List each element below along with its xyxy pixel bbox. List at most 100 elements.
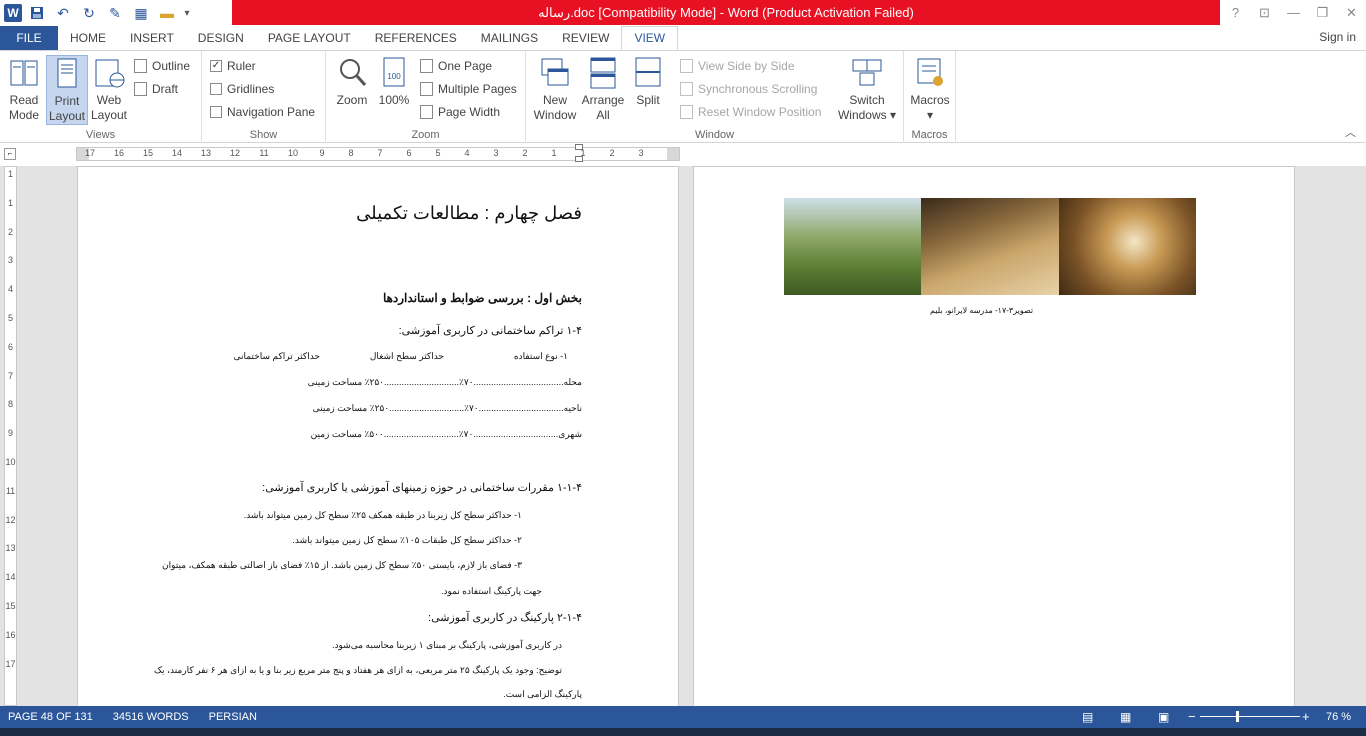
navigation-pane-checkbox[interactable]: Navigation Pane xyxy=(210,102,315,122)
ruler-tick-label: 1 xyxy=(580,148,586,158)
table-header-col3: حداکثر تراکم ساختمانی xyxy=(233,351,320,361)
save-icon[interactable] xyxy=(26,3,48,23)
page-count[interactable]: PAGE 48 OF 131 xyxy=(8,711,93,723)
web-layout-view-icon[interactable]: ▣ xyxy=(1158,710,1169,724)
parking-text-3: پارکینگ الزامی است. xyxy=(503,689,582,699)
ribbon-tabs: FILE HOME INSERT DESIGN PAGE LAYOUT REFE… xyxy=(0,26,1366,50)
arrange-all-icon xyxy=(587,55,619,91)
tab-review[interactable]: REVIEW xyxy=(550,26,621,50)
horizontal-ruler[interactable]: 17 16 15 14 13 12 11 10 9 8 7 6 5 4 3 2 1 1 2 3 xyxy=(76,144,680,162)
navigation-pane-check-icon xyxy=(210,106,222,118)
web-layout-icon xyxy=(93,55,125,91)
rule-3-continued: جهت پارکینگ استفاده نمود. xyxy=(440,586,542,596)
rule-1: ۱- حداکثر سطح کل زیربنا در طبقه همکف ۲۵٪… xyxy=(243,510,522,520)
ruler-margin-right xyxy=(667,148,679,160)
split-icon xyxy=(632,55,664,91)
macros-group-label: Macros xyxy=(911,129,948,141)
reset-window-icon xyxy=(680,105,693,119)
read-mode-icon xyxy=(8,55,40,91)
tab-view[interactable]: VIEW xyxy=(621,26,679,50)
vruler-tick-label: 5 xyxy=(7,313,13,323)
document-page-left[interactable]: فصل چهارم : مطالعات تکمیلی بخش اول : برر… xyxy=(77,166,679,706)
ruler-tick-label: 12 xyxy=(229,148,240,158)
document-area: 1 1 2 3 4 5 6 7 8 9 10 11 12 13 14 15 16 17 فصل چهارم : م… xyxy=(0,166,1366,706)
page-width-icon xyxy=(420,105,433,119)
school-photo-lawn xyxy=(784,198,922,295)
macros-button[interactable]: Macros ▾ xyxy=(908,55,952,123)
web-layout-button[interactable]: Web Layout xyxy=(90,55,128,123)
word-count[interactable]: 34516 WORDS xyxy=(113,711,189,723)
tab-mailings[interactable]: MAILINGS xyxy=(469,26,550,50)
view-side-by-side-button[interactable]: View Side by Side xyxy=(680,56,795,76)
ruler-tick-label: 14 xyxy=(171,148,182,158)
zoom-100-button[interactable]: 100 100% xyxy=(374,55,414,108)
window-group: New Window Arrange All Split View Side b… xyxy=(526,51,904,143)
tab-insert[interactable]: INSERT xyxy=(118,26,186,50)
arrange-all-button[interactable]: Arrange All xyxy=(582,55,624,123)
section-heading: بخش اول : بررسی ضوابط و استانداردها xyxy=(382,291,582,305)
language-indicator[interactable]: PERSIAN xyxy=(209,711,257,723)
gridlines-checkbox[interactable]: Gridlines xyxy=(210,79,274,99)
collapse-ribbon-icon[interactable]: ︿ xyxy=(1345,124,1356,140)
read-mode-button[interactable]: Read Mode xyxy=(4,55,44,123)
synchronous-scrolling-button[interactable]: Synchronous Scrolling xyxy=(680,79,817,99)
ruler-tick-label: 3 xyxy=(638,148,644,158)
gridlines-check-icon xyxy=(210,83,222,95)
tab-design[interactable]: DESIGN xyxy=(186,26,256,50)
zoom-in-button[interactable]: + xyxy=(1302,709,1310,724)
draft-button[interactable]: Draft xyxy=(134,79,178,99)
vruler-tick-label: 9 xyxy=(7,428,13,439)
read-mode-view-icon[interactable]: ▤ xyxy=(1082,710,1093,724)
zoom-button[interactable]: Zoom xyxy=(332,55,372,108)
restore-icon[interactable]: ❐ xyxy=(1308,5,1337,21)
multiple-pages-button[interactable]: Multiple Pages xyxy=(420,79,517,99)
ruler-tick-label: 5 xyxy=(435,148,441,158)
outline-button[interactable]: Outline xyxy=(134,56,190,76)
tab-page-layout[interactable]: PAGE LAYOUT xyxy=(256,26,363,50)
ruler-tick-label: 9 xyxy=(319,148,325,158)
school-photos[interactable] xyxy=(784,198,1196,295)
reset-window-position-button[interactable]: Reset Window Position xyxy=(680,102,821,122)
zoom-level[interactable]: 76 % xyxy=(1326,711,1351,723)
switch-windows-button[interactable]: Switch Windows ▾ xyxy=(836,55,898,123)
edit-icon[interactable]: ✎ xyxy=(104,3,126,23)
customize-toolbar-icon[interactable]: ▾ xyxy=(182,3,192,23)
undo-icon[interactable]: ↶ xyxy=(52,3,74,23)
tab-selector-icon[interactable]: ⌐ xyxy=(4,148,16,160)
sign-in-link[interactable]: Sign in xyxy=(1319,30,1356,44)
zoom-slider[interactable] xyxy=(1200,716,1300,717)
windows-taskbar xyxy=(0,728,1366,736)
tab-home[interactable]: HOME xyxy=(58,26,118,50)
rule-2: ۲- حداکثر سطح کل طبقات ۱۰۵٪ سطح کل زمین … xyxy=(292,535,522,545)
vruler-tick-label: 2 xyxy=(7,226,13,237)
rule-3: ۳- فضای باز لازم، بایستی ۵۰٪ سطح کل زمین… xyxy=(162,560,522,570)
print-layout-view-icon[interactable]: ▦ xyxy=(1120,710,1131,724)
one-page-button[interactable]: One Page xyxy=(420,56,492,76)
form-icon[interactable]: ▦ xyxy=(130,3,152,23)
zoom-out-button[interactable]: − xyxy=(1188,709,1196,724)
open-folder-icon[interactable]: ▬ xyxy=(156,3,178,23)
document-page-right[interactable]: تصویر۳-۱۷- مدرسه لایرانو، بلیم xyxy=(693,166,1295,706)
new-window-button[interactable]: New Window xyxy=(530,55,580,123)
zoom-slider-thumb[interactable] xyxy=(1236,711,1239,722)
vertical-ruler[interactable]: 1 1 2 3 4 5 6 7 8 9 10 11 12 13 14 15 16 17 xyxy=(4,166,17,706)
redo-icon[interactable]: ↻ xyxy=(78,3,100,23)
ribbon-display-icon[interactable]: ⊡ xyxy=(1250,5,1279,21)
ruler-tick-label: 15 xyxy=(142,148,153,158)
minimize-icon[interactable]: — xyxy=(1279,5,1308,20)
ruler-checkbox[interactable]: ✓ Ruler xyxy=(210,56,256,76)
ruler-tick-label: 2 xyxy=(522,148,528,158)
print-layout-button[interactable]: Print Layout xyxy=(46,55,88,125)
split-button[interactable]: Split xyxy=(630,55,666,108)
tab-file[interactable]: FILE xyxy=(0,26,58,50)
table-header-col2: حداکثر سطح اشغال xyxy=(369,351,444,361)
density-row-district: ناحیه..................................۷… xyxy=(312,403,582,413)
school-photo-bamboo-roof xyxy=(1058,198,1196,295)
tab-references[interactable]: REFERENCES xyxy=(363,26,469,50)
ruler-tick-label: 7 xyxy=(377,148,383,158)
page-width-button[interactable]: Page Width xyxy=(420,102,500,122)
vruler-tick-label: 10 xyxy=(5,457,16,467)
help-icon[interactable]: ? xyxy=(1221,5,1250,20)
vruler-tick-label: 14 xyxy=(5,572,16,583)
close-icon[interactable]: ✕ xyxy=(1337,5,1366,21)
